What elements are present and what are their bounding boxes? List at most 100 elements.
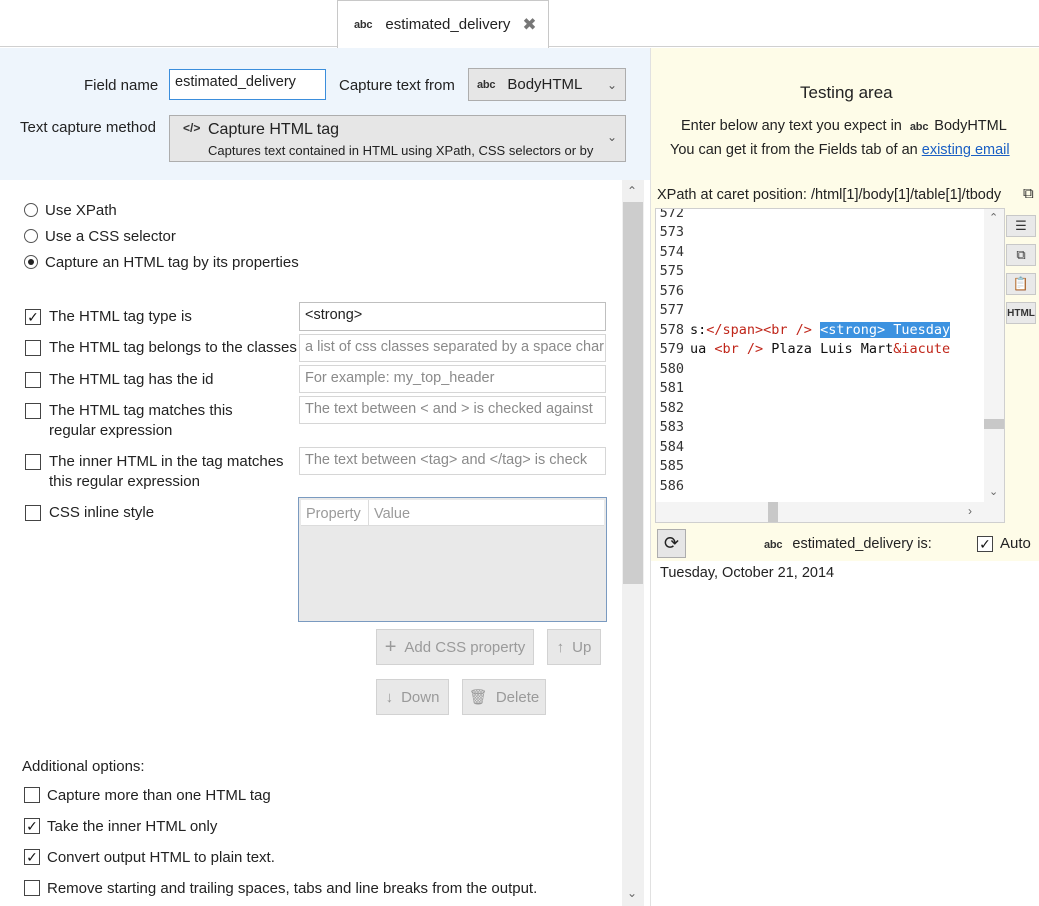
tag-regex-label-line2: regular expression	[49, 422, 173, 439]
testing-area-title: Testing area	[800, 83, 893, 102]
copy-xpath-icon[interactable]: ⧉	[1021, 185, 1034, 202]
capture-from-select[interactable]: abc BodyHTML ⌄	[468, 68, 626, 101]
value-column-header[interactable]: Value	[374, 506, 410, 522]
convert-plain-text-checkbox[interactable]: ✓	[24, 849, 40, 865]
delete-label: Delete	[495, 688, 540, 706]
up-label: Up	[572, 638, 592, 656]
capture-multiple-checkbox[interactable]	[24, 787, 40, 803]
close-icon[interactable]: ✖	[522, 15, 536, 35]
code-text: Plaza Luis Mart	[763, 341, 894, 357]
use-css-selector-label[interactable]: Use a CSS selector	[45, 228, 176, 245]
editor-hscrollbar-thumb[interactable]	[768, 502, 778, 522]
tag-type-checkbox[interactable]: ✓	[25, 309, 41, 325]
editor-vscrollbar-thumb[interactable]	[984, 419, 1004, 429]
line-number: 573	[659, 224, 684, 240]
arrow-down-icon: ↓	[385, 688, 394, 706]
body-html-name: BodyHTML	[934, 118, 1007, 134]
css-property-table[interactable]: Property Value	[298, 497, 607, 622]
chevron-down-icon: ⌄	[606, 130, 617, 144]
line-number: 579	[659, 341, 684, 357]
use-xpath-label[interactable]: Use XPath	[45, 202, 117, 219]
html-view-button[interactable]: HTML	[1006, 302, 1036, 324]
inner-html-only-label[interactable]: Take the inner HTML only	[47, 818, 217, 835]
result-label: estimated_delivery is:	[792, 536, 932, 552]
text-field-icon: abc	[354, 18, 373, 31]
tag-regex-checkbox[interactable]	[25, 403, 41, 419]
line-number: 584	[659, 439, 684, 455]
tag-regex-input[interactable]: The text between < and > is checked agai…	[299, 396, 606, 424]
code-tag: <br />	[714, 341, 764, 357]
line-number: 581	[659, 380, 684, 396]
inner-html-regex-input[interactable]: The text between <tag> and </tag> is che…	[299, 447, 606, 475]
plus-icon: +	[384, 635, 397, 658]
capture-multiple-label[interactable]: Capture more than one HTML tag	[47, 787, 271, 804]
field-name-input[interactable]: estimated_delivery	[169, 69, 326, 100]
capture-by-properties-radio[interactable]	[24, 255, 38, 269]
arrow-up-icon: ↑	[556, 638, 565, 656]
tab-label: estimated_delivery	[385, 16, 511, 33]
line-number: 577	[659, 302, 684, 318]
scroll-down-icon[interactable]: ⌄	[989, 485, 998, 498]
trim-output-label[interactable]: Remove starting and trailing spaces, tab…	[47, 880, 537, 897]
result-value: Tuesday, October 21, 2014	[660, 565, 835, 581]
tag-classes-checkbox[interactable]	[25, 340, 41, 356]
test-text-editor[interactable]: 572 573 574 575 576 577 578 579 580 581 …	[655, 208, 1005, 523]
css-inline-style-label: CSS inline style	[49, 504, 155, 521]
scroll-right-icon[interactable]: ›	[968, 504, 972, 518]
tag-id-checkbox[interactable]	[25, 372, 41, 388]
editor-hscrollbar[interactable]: ›	[656, 502, 1004, 522]
property-column-header[interactable]: Property	[306, 506, 361, 522]
add-css-property-button[interactable]: + Add CSS property	[376, 629, 534, 665]
left-scrollbar-thumb[interactable]	[623, 202, 643, 584]
line-number: 582	[659, 400, 684, 416]
text-field-icon: abc	[909, 121, 929, 133]
additional-options-title: Additional options:	[22, 758, 145, 775]
scroll-up-icon[interactable]: ⌃	[989, 211, 998, 224]
line-number: 576	[659, 283, 684, 299]
tag-type-input[interactable]: <strong>	[299, 302, 606, 331]
code-line-579: ua <br /> Plaza Luis Mart&iacute	[690, 341, 950, 357]
refresh-icon[interactable]: ⟳	[657, 529, 686, 558]
chevron-down-icon: ⌄	[606, 77, 617, 92]
use-css-selector-radio[interactable]	[24, 229, 38, 243]
testing-instructions-line1: Enter below any text you expect in abc B…	[681, 118, 1007, 134]
existing-email-link[interactable]: existing email	[922, 142, 1010, 158]
code-text: s:	[690, 322, 707, 338]
tag-id-input[interactable]: For example: my_top_header	[299, 365, 606, 393]
paste-icon[interactable]: 📋	[1006, 273, 1036, 295]
auto-checkbox[interactable]: ✓	[977, 536, 993, 552]
editor-vscrollbar[interactable]: ⌃ ⌄	[984, 209, 1004, 504]
menu-icon[interactable]: ☰	[1006, 215, 1036, 237]
scroll-down-icon[interactable]: ⌄	[627, 886, 637, 900]
copy-icon[interactable]: ⧉	[1006, 244, 1036, 266]
inner-html-only-checkbox[interactable]: ✓	[24, 818, 40, 834]
tag-classes-input[interactable]: a list of css classes separated by a spa…	[299, 334, 606, 362]
css-inline-style-checkbox[interactable]	[25, 505, 41, 521]
delete-button[interactable]: 🗑 Delete	[462, 679, 546, 715]
result-label-line: abc estimated_delivery is:	[764, 536, 932, 552]
tag-type-label: The HTML tag type is	[49, 308, 192, 325]
use-xpath-radio[interactable]	[24, 203, 38, 217]
convert-plain-text-label[interactable]: Convert output HTML to plain text.	[47, 849, 275, 866]
trim-output-checkbox[interactable]	[24, 880, 40, 896]
add-css-property-label: Add CSS property	[404, 638, 526, 656]
scroll-up-icon[interactable]: ⌃	[627, 184, 637, 198]
down-button[interactable]: ↓ Down	[376, 679, 449, 715]
table-header: Property Value	[301, 500, 604, 526]
code-text: ua	[690, 341, 715, 357]
capture-method-description: Captures text contained in HTML using XP…	[208, 143, 594, 158]
tab-estimated-delivery[interactable]: abc estimated_delivery ✖	[337, 0, 549, 48]
capture-method-select[interactable]: </> Capture HTML tag Captures text conta…	[169, 115, 626, 162]
line-number: 585	[659, 458, 684, 474]
field-name-label: Field name	[84, 77, 159, 94]
capture-method-label: Text capture method	[20, 119, 156, 136]
capture-from-value: BodyHTML	[507, 76, 583, 93]
capture-by-properties-label[interactable]: Capture an HTML tag by its properties	[45, 254, 299, 271]
xpath-label: XPath at caret position:	[657, 187, 807, 203]
result-area	[650, 561, 1039, 906]
inner-html-regex-checkbox[interactable]	[25, 454, 41, 470]
line-number: 572	[659, 208, 684, 221]
line-number: 586	[659, 478, 684, 494]
auto-label[interactable]: Auto	[1000, 535, 1031, 552]
up-button[interactable]: ↑ Up	[547, 629, 601, 665]
